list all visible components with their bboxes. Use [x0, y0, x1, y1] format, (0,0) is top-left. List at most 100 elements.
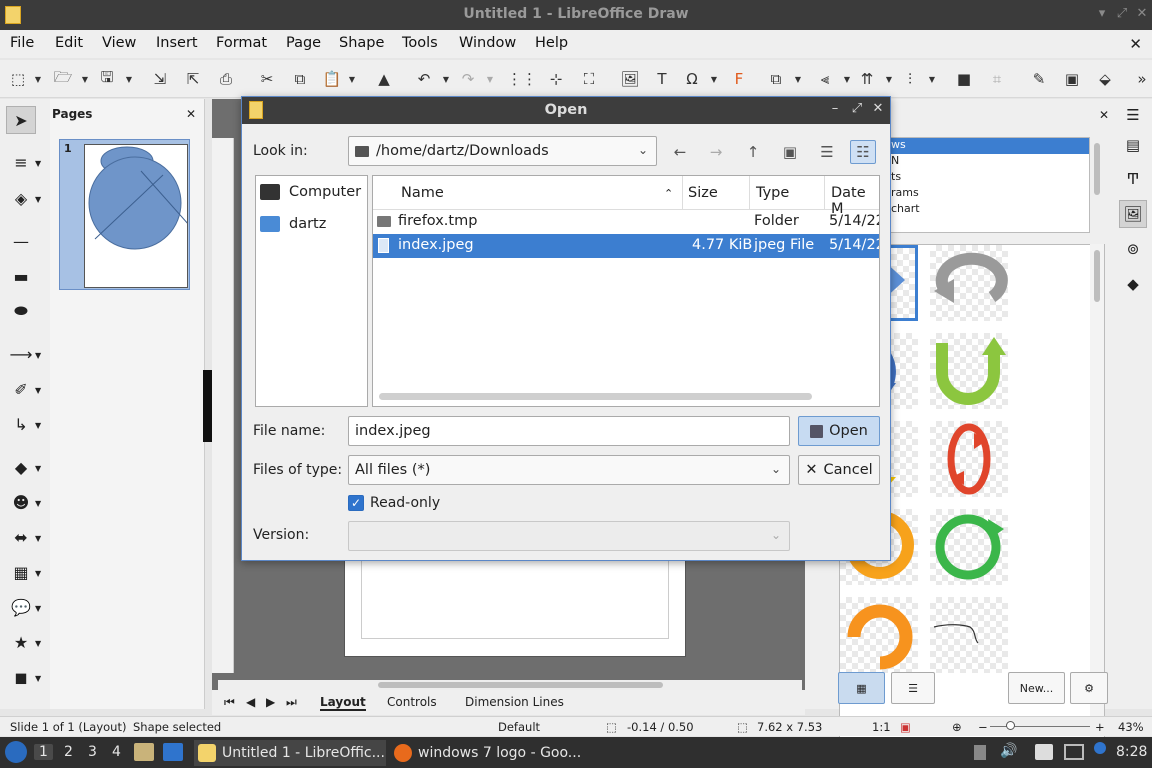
start-menu-icon[interactable]: [5, 741, 27, 763]
list-item[interactable]: rams: [891, 186, 1089, 202]
flowchart-icon[interactable]: ▦: [6, 558, 36, 586]
detail-view-icon[interactable]: ☷: [850, 140, 876, 164]
stars-dropdown-icon[interactable]: ▼: [35, 639, 41, 648]
menu-insert[interactable]: Insert: [156, 35, 198, 51]
maximize-icon[interactable]: ⤢: [1114, 6, 1130, 21]
dialog-close-icon[interactable]: ✕: [871, 101, 885, 116]
line-color-dropdown-icon[interactable]: ▼: [35, 159, 41, 168]
table-row[interactable]: firefox.tmp Folder 5/14/22: [373, 210, 879, 234]
block-arrows-icon[interactable]: ⬌: [6, 523, 36, 551]
list-view-icon[interactable]: ☰: [814, 140, 840, 164]
save-icon[interactable]: 🖫: [97, 68, 117, 89]
curve-dropdown-icon[interactable]: ▼: [35, 386, 41, 395]
basic-shapes-dropdown-icon[interactable]: ▼: [35, 464, 41, 473]
curve-tool-icon[interactable]: ✐: [6, 375, 36, 403]
column-name[interactable]: Name: [401, 185, 444, 201]
grid-icon[interactable]: ⋮⋮: [507, 69, 537, 89]
dialog-maximize-icon[interactable]: ⤢: [850, 101, 864, 116]
menu-view[interactable]: View: [102, 35, 136, 51]
version-combo[interactable]: ⌄: [348, 521, 790, 551]
copy-icon[interactable]: ⧉: [290, 69, 310, 89]
ellipse-tool-icon[interactable]: ⬬: [6, 297, 36, 325]
distribute-icon[interactable]: ⫶: [900, 69, 920, 89]
align-dropdown-icon[interactable]: ▼: [837, 69, 857, 89]
workspace-4[interactable]: 4: [112, 744, 121, 760]
fill-color-icon[interactable]: ◈: [6, 184, 36, 212]
place-computer[interactable]: Computer: [260, 180, 361, 204]
transformations-dropdown-icon[interactable]: ▼: [788, 69, 808, 89]
zoom-slider[interactable]: [990, 726, 1090, 727]
tab-layout[interactable]: Layout: [320, 695, 366, 711]
place-home[interactable]: dartz: [260, 212, 326, 236]
files-of-type-combo[interactable]: All files (*) ⌄: [348, 455, 790, 485]
volume-icon[interactable]: 🔊: [1000, 743, 1017, 759]
file-list-horizontal-scrollbar[interactable]: [379, 393, 812, 400]
table-row[interactable]: index.jpeg 4.77 KiB jpeg File 5/14/22: [373, 234, 879, 258]
next-tab-icon[interactable]: ▶: [266, 695, 275, 709]
sidebar-menu-icon[interactable]: ☰: [1119, 101, 1147, 129]
fit-slide-icon[interactable]: ⊕: [952, 720, 962, 734]
basic-shapes-icon[interactable]: ◆: [6, 453, 36, 481]
icon-view-button[interactable]: ▦: [838, 672, 885, 704]
read-only-checkbox[interactable]: ✓: [348, 495, 364, 511]
open-button[interactable]: Open: [798, 416, 880, 446]
status-zoom[interactable]: 43%: [1118, 720, 1144, 734]
shapes-icon[interactable]: ◆: [1119, 270, 1147, 298]
insert-image-icon[interactable]: 🖼: [620, 69, 640, 89]
menu-window[interactable]: Window: [459, 35, 516, 51]
stars-icon[interactable]: ★: [6, 628, 36, 656]
column-size[interactable]: Size: [688, 185, 718, 201]
list-item[interactable]: ws: [891, 138, 1089, 154]
properties-icon[interactable]: ▤: [1119, 131, 1147, 159]
line-color-icon[interactable]: ≡: [6, 148, 36, 176]
minimize-icon[interactable]: ▾: [1094, 6, 1110, 21]
fill-color-dropdown-icon[interactable]: ▼: [35, 195, 41, 204]
3d-objects-dropdown-icon[interactable]: ▼: [35, 674, 41, 683]
show-desktop-icon[interactable]: [163, 743, 183, 761]
menu-page[interactable]: Page: [286, 35, 321, 51]
zoom-in-icon[interactable]: +: [1095, 720, 1105, 734]
prev-tab-icon[interactable]: ◀: [246, 695, 255, 709]
arrange-dropdown-icon[interactable]: ▼: [879, 69, 899, 89]
callouts-dropdown-icon[interactable]: ▼: [35, 604, 41, 613]
theme-list-scrollbar[interactable]: [1090, 139, 1104, 231]
special-character-dropdown-icon[interactable]: ▼: [704, 69, 724, 89]
detailed-view-button[interactable]: ☰: [891, 672, 935, 704]
connector-dropdown-icon[interactable]: ▼: [35, 421, 41, 430]
distribute-dropdown-icon[interactable]: ▼: [922, 69, 942, 89]
shadow-icon[interactable]: ■: [954, 69, 974, 89]
first-tab-icon[interactable]: ⏮: [224, 695, 235, 710]
line-tool-icon[interactable]: —: [6, 227, 36, 255]
menu-edit[interactable]: Edit: [55, 35, 83, 51]
tab-controls[interactable]: Controls: [387, 695, 437, 709]
forward-icon[interactable]: →: [703, 140, 729, 164]
undo-dropdown-icon[interactable]: ▼: [436, 69, 456, 89]
theme-properties-button[interactable]: ⚙: [1070, 672, 1108, 704]
menu-file[interactable]: File: [10, 35, 34, 51]
status-scale[interactable]: 1:1: [872, 720, 891, 734]
gallery-item-arrow-red-circle[interactable]: [930, 421, 1008, 497]
cut-icon[interactable]: ✂: [257, 69, 277, 89]
notes-tray-icon[interactable]: [1035, 744, 1053, 760]
menu-tools[interactable]: Tools: [402, 35, 438, 51]
sidebar-collapse-handle[interactable]: [203, 370, 212, 442]
points-icon[interactable]: ✎: [1029, 69, 1049, 89]
new-dropdown-icon[interactable]: ▼: [28, 69, 48, 89]
close-window-icon[interactable]: ✕: [1134, 6, 1150, 21]
export-icon[interactable]: ⇲: [150, 69, 170, 89]
connector-tool-icon[interactable]: ↳: [6, 410, 36, 438]
helplines-icon[interactable]: ⊹: [546, 69, 566, 89]
workspace-1[interactable]: 1: [34, 744, 53, 760]
block-arrows-dropdown-icon[interactable]: ▼: [35, 534, 41, 543]
canvas-horizontal-scrollbar[interactable]: [218, 680, 802, 690]
redo-dropdown-icon[interactable]: ▼: [480, 69, 500, 89]
arrange-icon[interactable]: ⇈: [857, 69, 877, 89]
undo-icon[interactable]: ↶: [414, 69, 434, 89]
list-item[interactable]: ts: [891, 170, 1089, 186]
workspace-2[interactable]: 2: [64, 744, 73, 760]
flowchart-dropdown-icon[interactable]: ▼: [35, 569, 41, 578]
gallery-item-arrow-orange-circle[interactable]: [840, 597, 918, 673]
column-type[interactable]: Type: [756, 185, 789, 201]
navigator-icon[interactable]: ⊚: [1119, 235, 1147, 263]
select-tool-icon[interactable]: ➤: [6, 106, 36, 134]
